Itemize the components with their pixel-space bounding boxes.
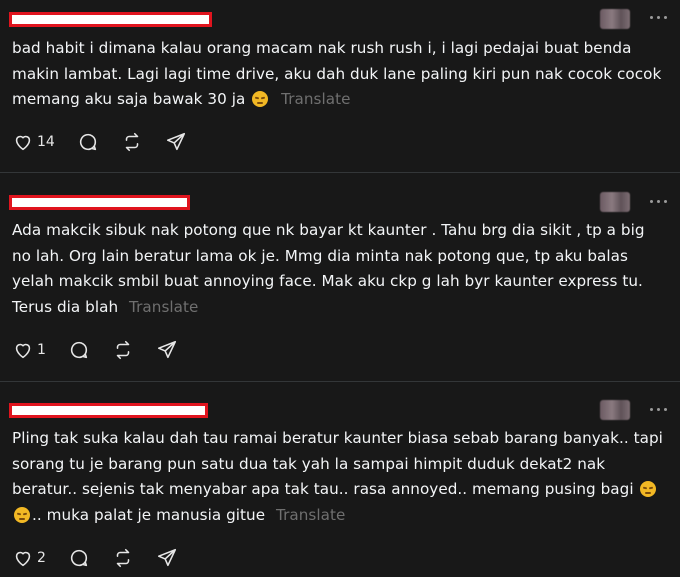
post-actions: 14 bbox=[12, 130, 209, 154]
comment-icon bbox=[79, 133, 96, 151]
share-button[interactable] bbox=[156, 339, 178, 361]
heart-icon bbox=[15, 343, 31, 359]
share-button[interactable] bbox=[165, 131, 187, 153]
share-icon bbox=[166, 132, 185, 151]
like-button[interactable]: 14 bbox=[12, 131, 55, 153]
share-icon bbox=[157, 548, 176, 567]
like-count: 14 bbox=[37, 134, 55, 150]
repost-icon bbox=[116, 548, 130, 568]
repost-button[interactable] bbox=[112, 547, 134, 569]
like-count: 1 bbox=[37, 342, 46, 358]
post-actions: 2 bbox=[12, 546, 200, 570]
comment-button[interactable] bbox=[68, 547, 90, 569]
post-body-end: .. muka palat je manusia gitue bbox=[32, 505, 266, 524]
unamused-emoji bbox=[640, 481, 657, 497]
post-text: bad habit i dimana kalau orang macam nak… bbox=[12, 36, 668, 113]
repost-icon bbox=[125, 132, 139, 152]
like-button[interactable]: 1 bbox=[12, 339, 46, 361]
more-icon[interactable] bbox=[650, 407, 668, 413]
avatar[interactable] bbox=[600, 9, 630, 29]
comment-icon bbox=[70, 549, 88, 567]
repost-icon bbox=[116, 340, 130, 360]
like-count: 2 bbox=[37, 550, 46, 566]
post-actions: 1 bbox=[12, 338, 200, 362]
comment-icon bbox=[70, 341, 88, 359]
post-text: Pling tak suka kalau dah tau ramai berat… bbox=[12, 426, 668, 528]
more-icon[interactable] bbox=[650, 199, 668, 205]
translate-link[interactable]: Translate bbox=[276, 506, 345, 524]
heart-icon bbox=[15, 551, 31, 567]
redacted-username bbox=[9, 403, 208, 418]
post-divider bbox=[0, 381, 680, 382]
avatar[interactable] bbox=[600, 192, 630, 212]
heart-icon bbox=[15, 135, 31, 151]
like-button[interactable]: 2 bbox=[12, 547, 46, 569]
unamused-emoji bbox=[14, 506, 30, 523]
repost-button[interactable] bbox=[112, 339, 134, 361]
translate-link[interactable]: Translate bbox=[281, 90, 350, 108]
redacted-username bbox=[9, 195, 190, 210]
post-text: Ada makcik sibuk nak potong que nk bayar… bbox=[12, 218, 668, 320]
avatar[interactable] bbox=[600, 400, 630, 420]
comment-button[interactable] bbox=[77, 131, 99, 153]
translate-link[interactable]: Translate bbox=[129, 298, 198, 316]
share-icon bbox=[157, 340, 176, 359]
post-body: Pling tak suka kalau dah tau ramai berat… bbox=[12, 429, 663, 498]
more-icon[interactable] bbox=[650, 15, 668, 21]
disappointed-emoji bbox=[252, 91, 269, 107]
comment-button[interactable] bbox=[68, 339, 90, 361]
post-divider bbox=[0, 172, 680, 173]
share-button[interactable] bbox=[156, 547, 178, 569]
redacted-username bbox=[9, 12, 212, 27]
post-body: Ada makcik sibuk nak potong que nk bayar… bbox=[12, 221, 645, 316]
repost-button[interactable] bbox=[121, 131, 143, 153]
